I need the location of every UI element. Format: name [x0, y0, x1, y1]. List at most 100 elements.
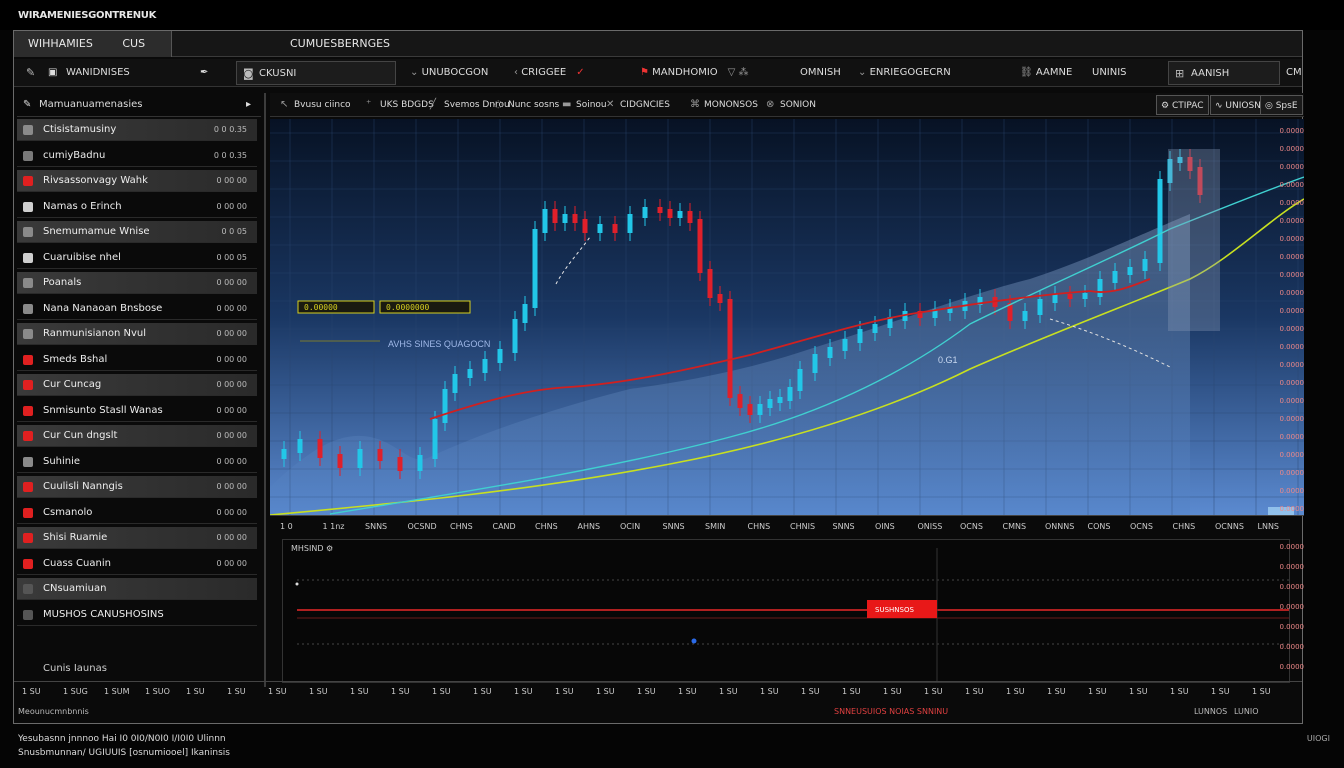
- tab-summaries[interactable]: CUMUESBERNGES: [276, 31, 476, 57]
- indicator-panel[interactable]: MHSIND ⚙ SUSHNSOS: [282, 539, 1290, 683]
- watchlist-item[interactable]: Namas o Erinch 0 00 00: [17, 196, 257, 218]
- watchlist-item[interactable]: Ctisistamusiny 0 0 0.35: [17, 119, 257, 141]
- timeframe-button[interactable]: 1 SU: [1170, 687, 1189, 696]
- price-axis[interactable]: 0.0000 0.0000 0.0000 0.0000 0.0000 0.0000 0.00…: [1280, 119, 1305, 515]
- watchlist-item[interactable]: Suhinie 0 00 00: [17, 451, 257, 473]
- timeframe-button[interactable]: 1 SU: [1129, 687, 1148, 696]
- indicator-axis-label: 0.0000: [1279, 663, 1305, 671]
- timeframe-button[interactable]: 1 SU: [1088, 687, 1107, 696]
- watchlist-item[interactable]: CNsuamiuan: [17, 578, 257, 600]
- timeframe-button[interactable]: 1 SU: [391, 687, 410, 696]
- chart-tool-2[interactable]: ⁺ UKS BDGDS: [364, 97, 434, 113]
- chart-tool-5[interactable]: ▬ Soinou: [560, 97, 607, 113]
- timeframe-button[interactable]: 1 SU: [760, 687, 779, 696]
- watchlist-item[interactable]: Csmanolo 0 00 00: [17, 502, 257, 524]
- watchlist-item-value: 0 00 00: [216, 380, 247, 389]
- watchlist-item[interactable]: Nana Nanaoan Bnsbose 0 00 00: [17, 298, 257, 320]
- watchlist-item[interactable]: Rivsassonvagy Wahk 0 00 00: [17, 170, 257, 192]
- timeframe-button[interactable]: 1 SUG: [63, 687, 88, 696]
- watchlist-item[interactable]: Smeds Bshal 0 00 00: [17, 349, 257, 371]
- price-axis-label: 0.0000: [1279, 163, 1305, 171]
- chart-indicators-button[interactable]: ∿ UNIOSN: [1210, 95, 1266, 115]
- watchlist-item[interactable]: Snemumamue Wnise 0 0 05: [17, 221, 257, 243]
- timeframe-button[interactable]: 1 SU: [842, 687, 861, 696]
- watchlist-item[interactable]: cumiyBadnu 0 0 0.35: [17, 145, 257, 167]
- toolbar-item-4[interactable]: OMNISH: [800, 61, 841, 85]
- timeframe-button[interactable]: 1 SU: [924, 687, 943, 696]
- time-axis-label: CAND: [492, 522, 516, 531]
- timeframe-button[interactable]: 1 SU: [965, 687, 984, 696]
- timeframe-button[interactable]: 1 SUM: [104, 687, 129, 696]
- timeframe-button[interactable]: 1 SU: [309, 687, 328, 696]
- timeframe-button[interactable]: 1 SU: [555, 687, 574, 696]
- toolbar-item-7[interactable]: UNINIS: [1092, 61, 1127, 85]
- time-axis[interactable]: 1 0 1 1nz SNNS OCSND CHNS CAND CHNS AHNS OCIN SNN…: [270, 515, 1304, 537]
- chart-settings-button[interactable]: ⚙ CTIPAC: [1156, 95, 1209, 115]
- watchlist-item[interactable]: Ranmunisianon Nvul 0 00 00: [17, 323, 257, 345]
- toolbar-item-2[interactable]: ‹ CRIGGEE ✓: [514, 61, 585, 85]
- timeframe-button[interactable]: 1 SU: [432, 687, 451, 696]
- timeframe-button[interactable]: 1 SU: [1047, 687, 1066, 696]
- layout-select[interactable]: ◙ CKUSNI: [236, 61, 396, 85]
- watchlist-menu-icon[interactable]: ▸: [246, 93, 251, 117]
- chart-tool-6[interactable]: ✕ CIDGNCIES: [604, 97, 670, 113]
- timeframe-button[interactable]: 1 SU: [1252, 687, 1271, 696]
- timeframe-button[interactable]: 1 SUO: [145, 687, 170, 696]
- watchlist-item-label: Snmisunto Stasll Wanas: [43, 404, 163, 416]
- watchlist-item[interactable]: Cuulisli Nanngis 0 00 00: [17, 476, 257, 498]
- watchlist-item[interactable]: Cur Cuncag 0 00 00: [17, 374, 257, 396]
- tab-watchlist[interactable]: WIHHAMIES CUS: [14, 31, 172, 57]
- timeframe-button[interactable]: 1 SU: [514, 687, 533, 696]
- watchlist-item-value: 0 00 00: [216, 354, 247, 364]
- chart-tool-4[interactable]: ◌ Nunc sosns: [492, 97, 559, 113]
- watchlist-item[interactable]: Poanals 0 00 00: [17, 272, 257, 294]
- watchlist-item[interactable]: MUSHOS CANUSHOSINS: [17, 604, 257, 626]
- watchlist-item-value: 0 00 00: [216, 278, 247, 287]
- candle-body: [767, 399, 773, 408]
- chart-tool-8[interactable]: ⊗ SONION: [764, 97, 816, 113]
- timeframe-button[interactable]: 1 SU: [637, 687, 656, 696]
- chart-tool-7[interactable]: ⌘ MONONSOS: [688, 97, 758, 113]
- toolbar-item-8[interactable]: ⊞ AANISH: [1168, 61, 1280, 85]
- symbol-search[interactable]: ✎ ▣ WANIDNISES: [18, 61, 194, 85]
- toolbar-item-5[interactable]: ⌄ ENRIEGOGECRN: [858, 61, 951, 85]
- timeframe-button[interactable]: 1 SU: [801, 687, 820, 696]
- symbol-color-icon: [23, 558, 33, 569]
- toolbar: ✎ ▣ WANIDNISES ✒ ◙ CKUSNI ⌄ UNUBOCGON ‹ …: [14, 59, 1302, 87]
- watchlist-item[interactable]: Shisi Ruamie 0 00 00: [17, 527, 257, 549]
- draw-tool-button[interactable]: ✒: [200, 61, 230, 85]
- chart-snapshot-button[interactable]: ◎ SpsE: [1260, 95, 1303, 115]
- toolbar-close-button[interactable]: CM: [1286, 61, 1302, 85]
- timeframe-button[interactable]: 1 SU: [268, 687, 287, 696]
- app-title: WIRAMENIESGONTRENUK: [18, 10, 157, 21]
- timeframe-button[interactable]: 1 SU: [1211, 687, 1230, 696]
- timeframe-button[interactable]: 1 SU: [473, 687, 492, 696]
- indicator-axis-label: 0.0000: [1279, 563, 1305, 571]
- price-axis-label: 0.0000: [1279, 433, 1305, 441]
- toolbar-item-1[interactable]: ⌄ UNUBOCGON: [410, 61, 488, 85]
- symbol-field-icon: ▣: [48, 67, 58, 78]
- toolbar-item-6[interactable]: ⛓ AAMNE: [1020, 61, 1072, 85]
- timeframe-button[interactable]: 1 SU: [1006, 687, 1025, 696]
- timeframe-button[interactable]: 1 SU: [186, 687, 205, 696]
- chart-tool-1[interactable]: ↖ Bvusu ciinco: [278, 97, 351, 113]
- chart-mid-label: 0.G1: [938, 355, 958, 365]
- timeframe-button[interactable]: 1 SU: [883, 687, 902, 696]
- watchlist-item[interactable]: Cuass Cuanin 0 00 00: [17, 553, 257, 575]
- filter-icon: ▽ ⁂: [727, 67, 749, 78]
- timeframe-button[interactable]: 1 SU: [678, 687, 697, 696]
- timeframe-button[interactable]: 1 SU: [350, 687, 369, 696]
- watchlist-item[interactable]: Cuaruibise nhel 0 00 05: [17, 247, 257, 269]
- candle-body: [1127, 267, 1133, 275]
- watchlist-item[interactable]: Cur Cun dngslt 0 00 00: [17, 425, 257, 447]
- panel-divider[interactable]: [264, 93, 266, 687]
- watchlist-item[interactable]: Snmisunto Stasll Wanas 0 00 00: [17, 400, 257, 422]
- alert-icon: ✓: [576, 67, 585, 78]
- timeframe-button[interactable]: 1 SU: [719, 687, 738, 696]
- timeframe-button[interactable]: 1 SU: [227, 687, 246, 696]
- watchlist-header: ✎ Mamuanuamenasies ▸: [17, 93, 261, 117]
- timeframe-button[interactable]: 1 SU: [596, 687, 615, 696]
- timeframe-button[interactable]: 1 SU: [22, 687, 41, 696]
- price-chart[interactable]: 0.00000 0.0000000 AVHS SINES QUAGOCN 0.G…: [270, 119, 1304, 515]
- toolbar-item-3[interactable]: ⚑ MANDHOMIO ▽ ⁂: [640, 61, 749, 85]
